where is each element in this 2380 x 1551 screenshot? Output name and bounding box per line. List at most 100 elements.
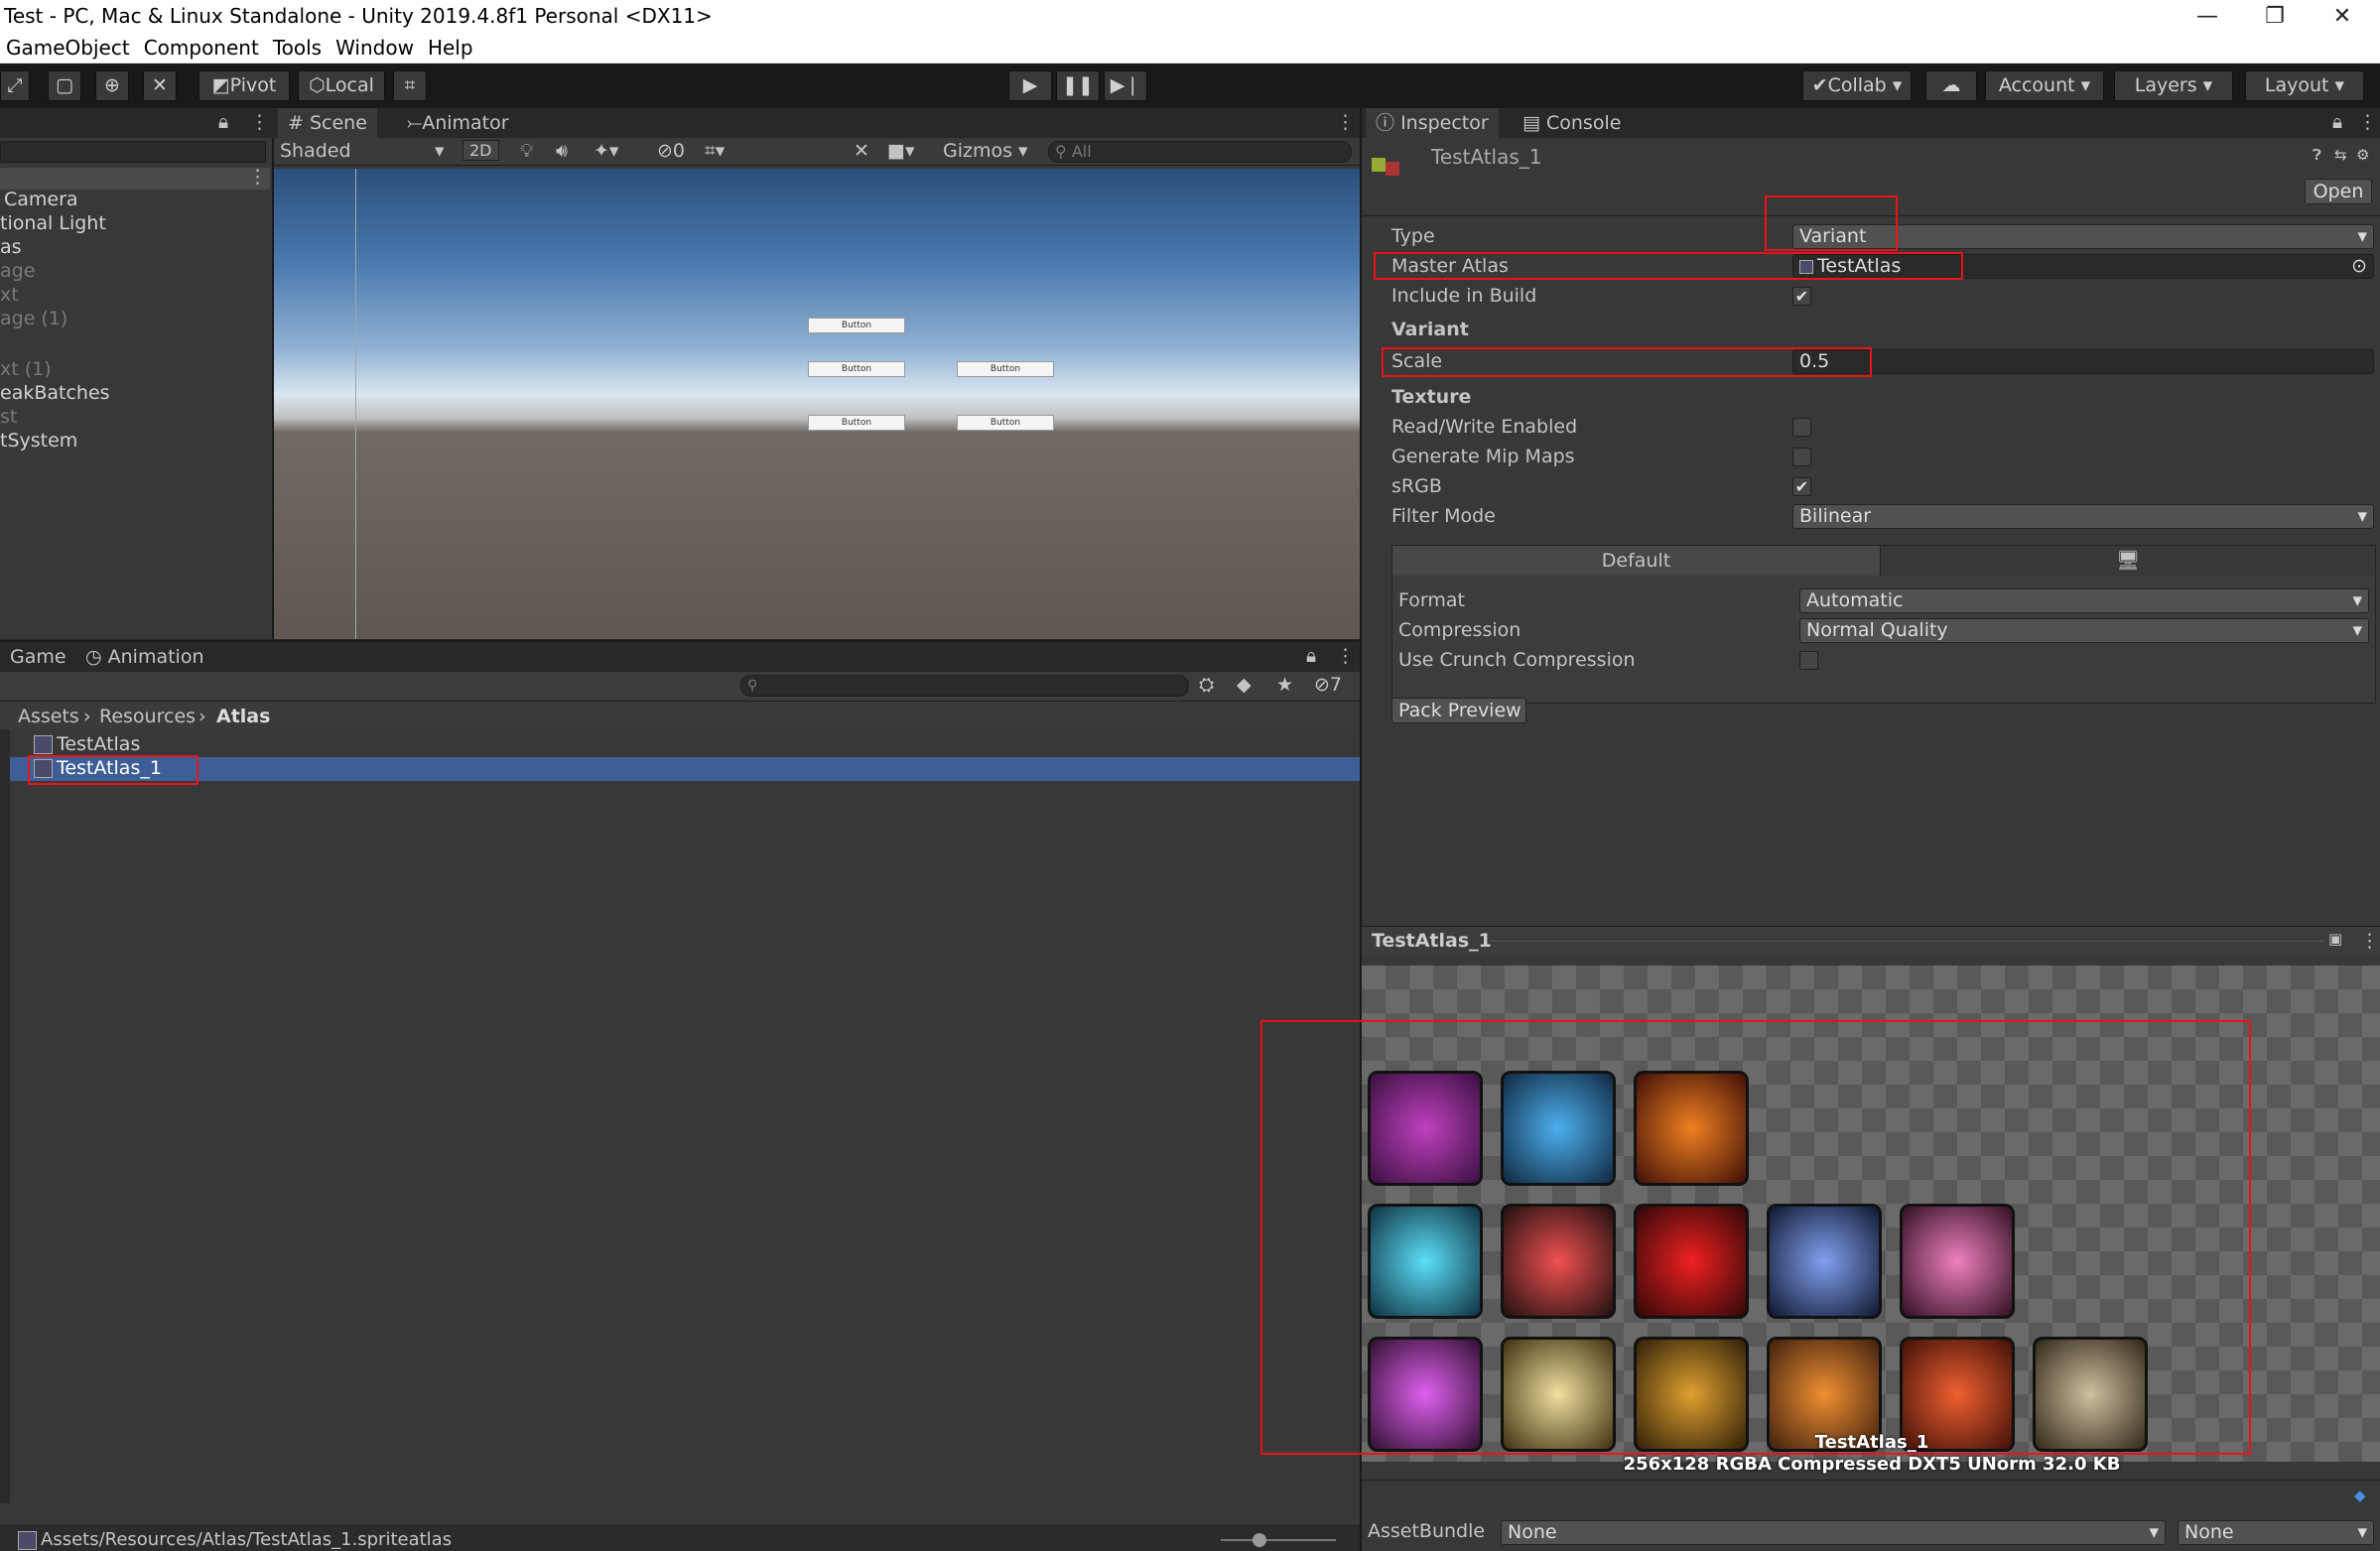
hierarchy-item[interactable]: xt (1) (0, 358, 52, 380)
filter-type-icon[interactable]: ⛭ (1199, 674, 1214, 696)
hierarchy-item[interactable]: st (0, 406, 17, 428)
favorite-star-icon[interactable]: ★ (1276, 674, 1293, 696)
transform-tool-icon[interactable]: ⊕ (95, 70, 129, 101)
file-item[interactable]: TestAtlas (34, 733, 140, 755)
scene-search-input[interactable]: ⚲ All (1048, 141, 1352, 163)
crunch-checkbox[interactable] (1799, 651, 1818, 670)
tag-icon[interactable]: ◆ (2354, 1486, 2366, 1504)
hierarchy-item[interactable]: tSystem (0, 430, 77, 452)
zoom-slider-handle[interactable] (1253, 1533, 1266, 1547)
presets-icon[interactable]: ⇆ (2334, 146, 2347, 164)
lock-icon[interactable]: 🔒︎ (218, 111, 228, 133)
menu-kebab-icon[interactable]: ⋮ (2358, 111, 2377, 133)
maximize-button[interactable]: ❐ (2245, 0, 2305, 33)
audio-icon[interactable]: 🔊︎ (556, 140, 568, 162)
help-icon[interactable]: ❓︎ (2313, 146, 2321, 164)
2d-toggle[interactable]: 2D (463, 140, 499, 161)
scene-menu-icon[interactable]: ⋮ (248, 166, 267, 188)
project-search-input[interactable]: ⚲ (740, 675, 1189, 697)
include-in-build-checkbox[interactable]: ✔ (1792, 287, 1811, 306)
assetbundle-variant-dropdown[interactable]: None ▾ (2178, 1520, 2374, 1545)
cloud-icon[interactable]: ☁ (1925, 70, 1977, 101)
assetbundle-name-dropdown[interactable]: None ▾ (1501, 1520, 2166, 1545)
menu-window[interactable]: Window (330, 33, 422, 60)
menu-help[interactable]: Help (422, 33, 481, 60)
pause-button[interactable]: ❚❚ (1056, 70, 1100, 101)
close-button[interactable]: ✕ (2313, 0, 2372, 33)
account-dropdown[interactable]: Account ▾ (1985, 70, 2104, 101)
menu-kebab-icon[interactable]: ⋮ (1336, 645, 1355, 667)
menu-gameobject[interactable]: GameObject (0, 33, 138, 60)
play-button[interactable]: ▶ (1008, 70, 1052, 101)
compression-dropdown[interactable]: Normal Quality ▾ (1799, 618, 2369, 643)
scene-header[interactable]: ⋮ (0, 166, 270, 190)
hierarchy-item[interactable]: tional Light (0, 212, 106, 234)
tab-default-platform[interactable]: Default (1392, 546, 1881, 576)
lighting-icon[interactable]: 💡︎ (520, 140, 533, 162)
scene-viewport[interactable]: Button Button Button Button Button (274, 169, 1360, 639)
hierarchy-search-input[interactable] (0, 141, 266, 163)
scene-button[interactable]: Button (808, 415, 905, 431)
file-item-selected[interactable] (10, 757, 1360, 781)
gear-icon[interactable]: ⚙ (2356, 146, 2369, 164)
tools-icon[interactable]: ✕ (854, 140, 869, 162)
hierarchy-item[interactable]: xt (0, 284, 19, 306)
color-channel-icon[interactable]: ▣ (2328, 930, 2342, 948)
scene-button[interactable]: Button (957, 361, 1054, 377)
type-dropdown[interactable]: Variant ▾ (1792, 224, 2374, 249)
tab-game[interactable]: Game (0, 642, 76, 672)
hierarchy-item[interactable]: age (1) (0, 308, 67, 329)
object-picker-icon[interactable]: ⊙ (2351, 255, 2367, 278)
tab-animation[interactable]: ◷ Animation (75, 642, 214, 672)
hierarchy-item[interactable]: as (0, 236, 22, 258)
hierarchy-item[interactable]: Camera (4, 189, 78, 210)
breadcrumb-atlas[interactable]: Atlas (216, 706, 270, 727)
menu-kebab-icon[interactable]: ⋮ (250, 111, 269, 133)
shading-dropdown[interactable]: Shaded (280, 140, 351, 162)
pivot-toggle[interactable]: ◩Pivot (198, 70, 290, 101)
custom-tool-icon[interactable]: ✕ (143, 70, 177, 101)
menu-tools[interactable]: Tools (267, 33, 330, 60)
gizmos-dropdown[interactable]: Gizmos ▾ (943, 140, 1028, 162)
step-button[interactable]: ▶❘ (1104, 70, 1147, 101)
format-dropdown[interactable]: Automatic ▾ (1799, 588, 2369, 613)
mipmaps-checkbox[interactable] (1792, 448, 1811, 466)
folder-tree-splitter[interactable] (0, 729, 10, 1503)
tab-scene[interactable]: # Scene (278, 108, 377, 138)
rect-tool-icon[interactable]: ⤢ (0, 70, 30, 101)
lock-icon[interactable]: 🔒︎ (2332, 111, 2342, 133)
tab-inspector[interactable]: ⓘ Inspector (1366, 108, 1499, 138)
chevron-down-icon[interactable]: ▾ (435, 140, 445, 162)
pack-preview-button[interactable]: Pack Preview (1391, 698, 1526, 723)
breadcrumb-assets[interactable]: Assets (18, 706, 79, 727)
collab-dropdown[interactable]: ✔Collab ▾ (1802, 70, 1912, 101)
local-toggle[interactable]: ⬡Local (298, 70, 385, 101)
master-atlas-field[interactable]: TestAtlas ⊙ (1792, 254, 2374, 279)
hidden-objects-icon[interactable]: ⊘0 (657, 140, 685, 162)
zoom-slider-track[interactable] (1221, 1539, 1336, 1541)
scene-button[interactable]: Button (808, 361, 905, 377)
tab-console[interactable]: ▤ Console (1513, 108, 1631, 138)
menu-component[interactable]: Component (138, 33, 267, 60)
hierarchy-item[interactable]: age (0, 260, 35, 282)
grid-toggle-icon[interactable]: ⌗▾ (705, 140, 725, 162)
readwrite-checkbox[interactable] (1792, 418, 1811, 437)
label-icon[interactable]: ◆ (1237, 674, 1252, 696)
rect-transform-icon[interactable]: ▢ (48, 70, 81, 101)
hierarchy-item[interactable]: eakBatches (0, 382, 110, 404)
scale-field[interactable]: 0.5 (1792, 349, 2374, 374)
scene-button[interactable]: Button (957, 415, 1054, 431)
file-item[interactable]: TestAtlas_1 (34, 757, 162, 779)
grid-snap-icon[interactable]: ⌗ (393, 70, 427, 101)
menu-kebab-icon[interactable]: ⋮ (2360, 930, 2379, 952)
layout-dropdown[interactable]: Layout ▾ (2245, 70, 2364, 101)
minimize-button[interactable]: — (2178, 0, 2237, 33)
tab-standalone-platform[interactable]: 🖥︎ (1881, 546, 2375, 576)
filter-mode-dropdown[interactable]: Bilinear ▾ (1792, 504, 2374, 529)
tab-animator[interactable]: ⤚Animator (397, 108, 519, 138)
srgb-checkbox[interactable]: ✔ (1792, 477, 1811, 496)
effects-icon[interactable]: ✦▾ (594, 140, 618, 162)
scene-button[interactable]: Button (808, 318, 905, 333)
lock-icon[interactable]: 🔒︎ (1306, 645, 1316, 667)
layers-dropdown[interactable]: Layers ▾ (2114, 70, 2233, 101)
